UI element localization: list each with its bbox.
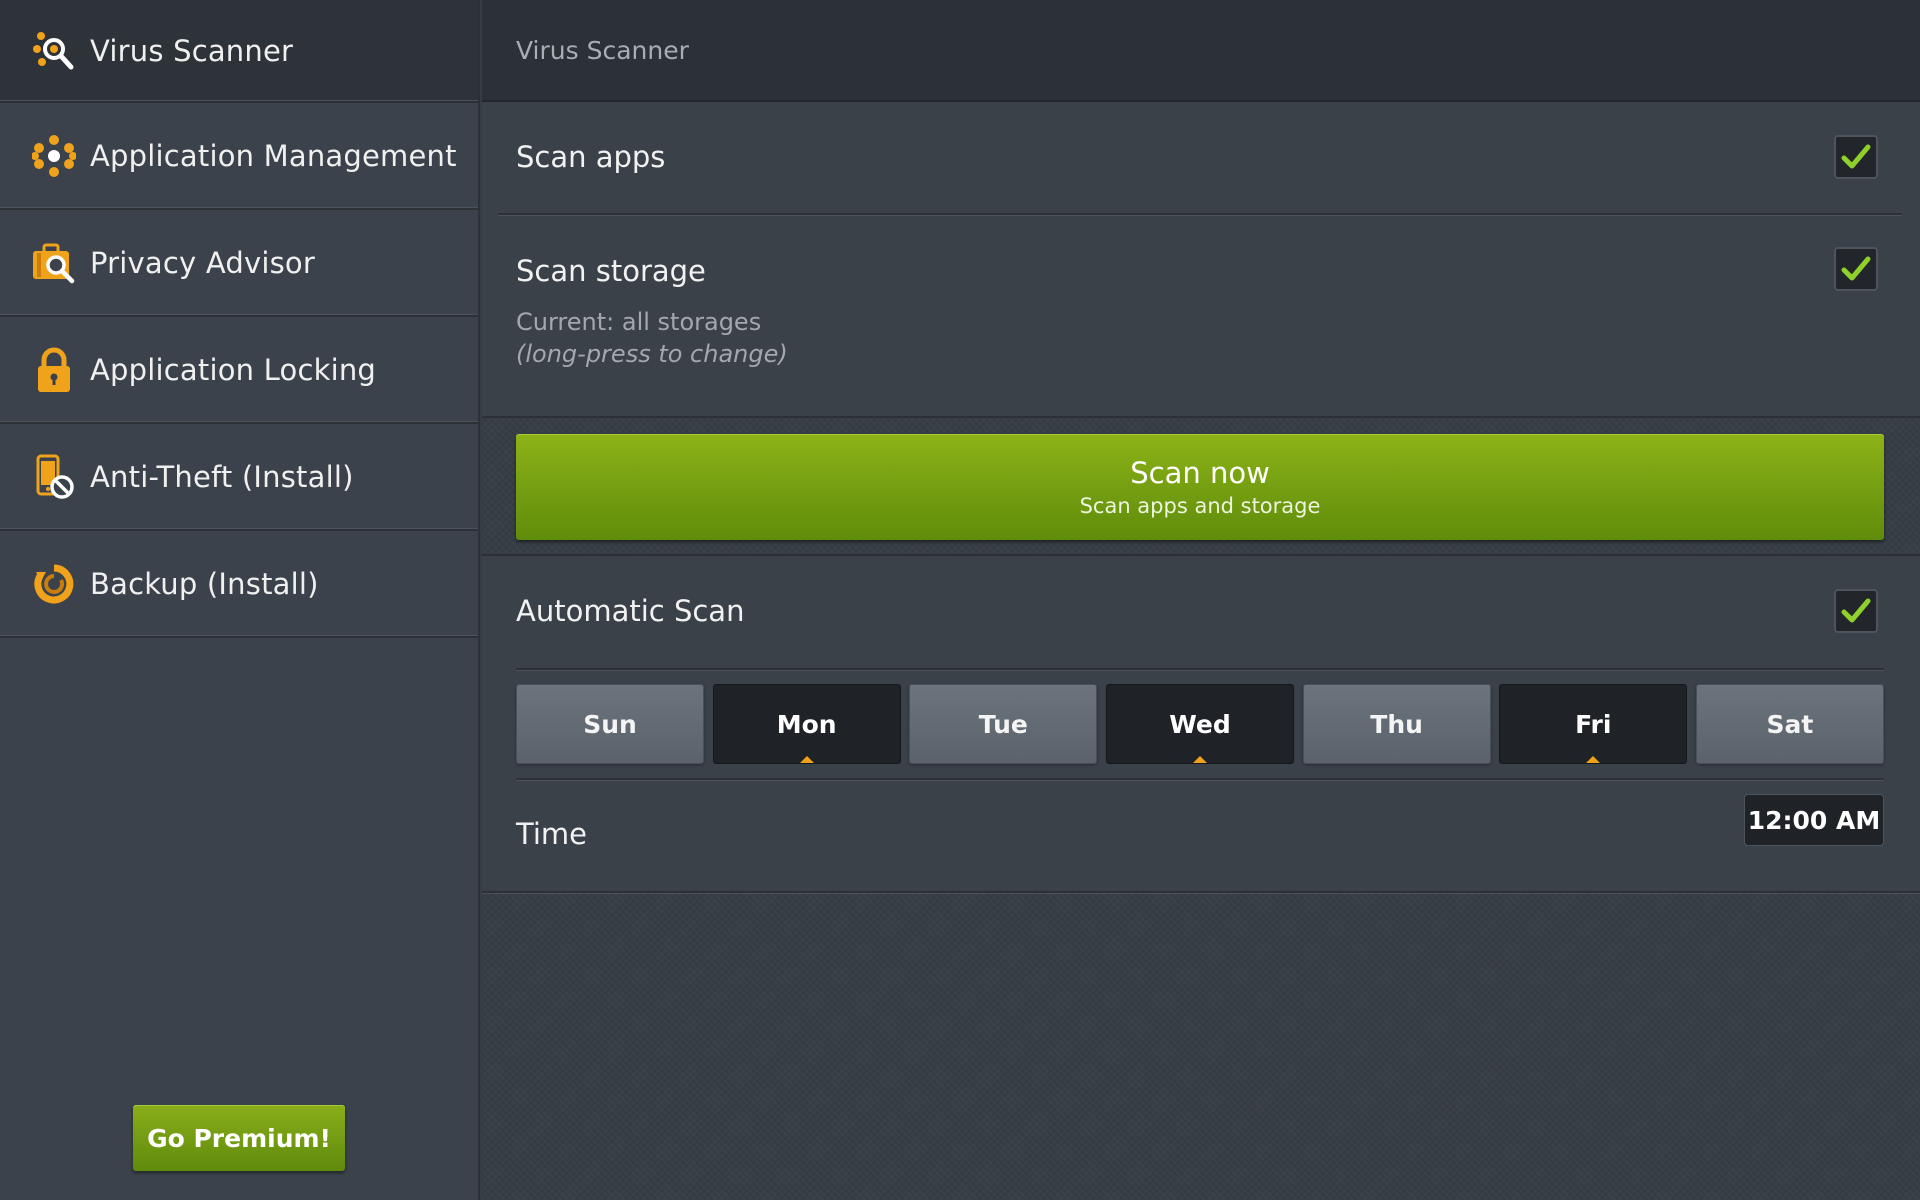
selected-indicator <box>1192 756 1207 763</box>
app-management-icon <box>30 132 78 180</box>
scan-storage-label: Scan storage <box>516 254 706 288</box>
day-label: Tue <box>978 709 1028 739</box>
automatic-scan-row[interactable]: Automatic Scan <box>482 556 1920 668</box>
time-label: Time <box>516 817 587 851</box>
divider <box>482 891 1920 894</box>
day-button-sat[interactable]: Sat <box>1695 684 1884 764</box>
scan-storage-info: Current: all storages (long-press to cha… <box>516 306 788 370</box>
day-label: Sat <box>1766 709 1814 739</box>
sidebar-item-label: Privacy Advisor <box>90 245 315 280</box>
phone-block-icon <box>30 453 78 501</box>
go-premium-button[interactable]: Go Premium! <box>133 1105 345 1171</box>
day-button-mon[interactable]: Mon <box>712 684 901 764</box>
selected-indicator <box>799 756 814 763</box>
day-label: Sun <box>583 709 637 739</box>
day-label: Mon <box>776 709 837 739</box>
main-content: Virus Scanner Scan apps Scan storage Cur… <box>482 0 1920 1200</box>
briefcase-search-icon <box>30 239 78 287</box>
sidebar-item-label: Anti-Theft (Install) <box>90 459 354 494</box>
checkmark-icon <box>1841 144 1871 169</box>
sidebar-item-label: Application Locking <box>90 352 377 387</box>
time-picker-button[interactable]: 12:00 AM <box>1744 794 1884 846</box>
scan-now-button[interactable]: Scan now Scan apps and storage <box>516 434 1884 540</box>
selected-indicator <box>1586 756 1601 763</box>
divider <box>516 668 1884 671</box>
scan-apps-label: Scan apps <box>516 140 666 174</box>
day-button-tue[interactable]: Tue <box>909 684 1098 764</box>
scan-apps-row[interactable]: Scan apps <box>482 102 1920 213</box>
padlock-icon <box>30 346 78 394</box>
storage-hint-text: (long-press to change) <box>516 340 788 368</box>
page-title: Virus Scanner <box>516 35 689 65</box>
sidebar-item-label: Application Management <box>90 138 457 173</box>
header-bar: Virus Scanner <box>482 0 1920 102</box>
sidebar-item-application-locking[interactable]: Application Locking <box>0 317 478 424</box>
scan-now-subtitle: Scan apps and storage <box>1079 494 1321 518</box>
sidebar-item-application-management[interactable]: Application Management <box>0 103 478 210</box>
sidebar-item-privacy-advisor[interactable]: Privacy Advisor <box>0 210 478 317</box>
time-row: Time 12:00 AM <box>482 781 1920 891</box>
scan-now-area: Scan now Scan apps and storage <box>482 416 1920 556</box>
sidebar-item-label: Virus Scanner <box>90 33 294 68</box>
sidebar-item-anti-theft[interactable]: Anti-Theft (Install) <box>0 424 478 531</box>
day-button-fri[interactable]: Fri <box>1499 684 1688 764</box>
storage-current-text: Current: all storages <box>516 308 762 336</box>
day-label: Thu <box>1370 709 1423 739</box>
magnifier-virus-icon <box>30 27 78 75</box>
scan-options-panel: Scan apps Scan storage Current: all stor… <box>482 102 1920 416</box>
day-button-thu[interactable]: Thu <box>1302 684 1491 764</box>
day-label: Fri <box>1575 709 1612 739</box>
day-button-sun[interactable]: Sun <box>516 684 704 764</box>
day-selector: Sun Mon Tue Wed Thu Fri Sat <box>516 684 1884 764</box>
day-label: Wed <box>1169 709 1231 739</box>
day-button-wed[interactable]: Wed <box>1105 684 1294 764</box>
backup-ring-icon <box>30 560 78 608</box>
sidebar-item-label: Backup (Install) <box>90 566 319 601</box>
automatic-scan-panel: Automatic Scan Sun Mon Tue Wed Thu Fri S… <box>482 556 1920 891</box>
sidebar-item-backup[interactable]: Backup (Install) <box>0 531 478 638</box>
automatic-scan-label: Automatic Scan <box>516 594 745 628</box>
scan-now-title: Scan now <box>1130 456 1270 490</box>
checkmark-icon <box>1841 598 1871 623</box>
sidebar-item-virus-scanner[interactable]: Virus Scanner <box>0 0 478 103</box>
scan-storage-row[interactable]: Scan storage Current: all storages (long… <box>482 216 1920 416</box>
app-window: Virus Scanner Application Management Pri… <box>0 0 1920 1200</box>
sidebar: Virus Scanner Application Management Pri… <box>0 0 480 1200</box>
checkmark-icon <box>1841 256 1871 281</box>
automatic-scan-checkbox[interactable] <box>1834 589 1878 633</box>
scan-storage-checkbox[interactable] <box>1834 247 1878 291</box>
scan-apps-checkbox[interactable] <box>1834 135 1878 179</box>
